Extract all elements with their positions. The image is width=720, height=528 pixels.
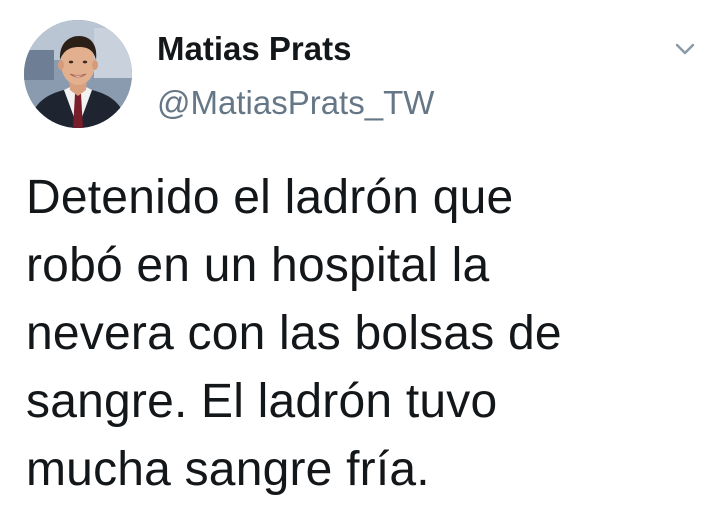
- chevron-down-icon[interactable]: [670, 34, 700, 64]
- avatar[interactable]: [24, 20, 132, 128]
- tweet-card: Matias Prats @MatiasPrats_TW Detenido el…: [0, 0, 720, 528]
- tweet-text-line: nevera con las bolsas de: [26, 307, 562, 360]
- tweet-text-line: robó en un hospital la: [26, 239, 490, 292]
- tweet-text-line: mucha sangre fría.: [26, 443, 430, 496]
- tweet-text-line: sangre. El ladrón tuvo: [26, 375, 498, 428]
- author-display-name[interactable]: Matias Prats: [157, 30, 351, 68]
- author-handle[interactable]: @MatiasPrats_TW: [157, 84, 434, 122]
- person-portrait-avatar-icon: [24, 20, 132, 128]
- tweet-text: Detenido el ladrón que robó en un hospit…: [26, 164, 706, 504]
- tweet-text-line: Detenido el ladrón que: [26, 171, 514, 224]
